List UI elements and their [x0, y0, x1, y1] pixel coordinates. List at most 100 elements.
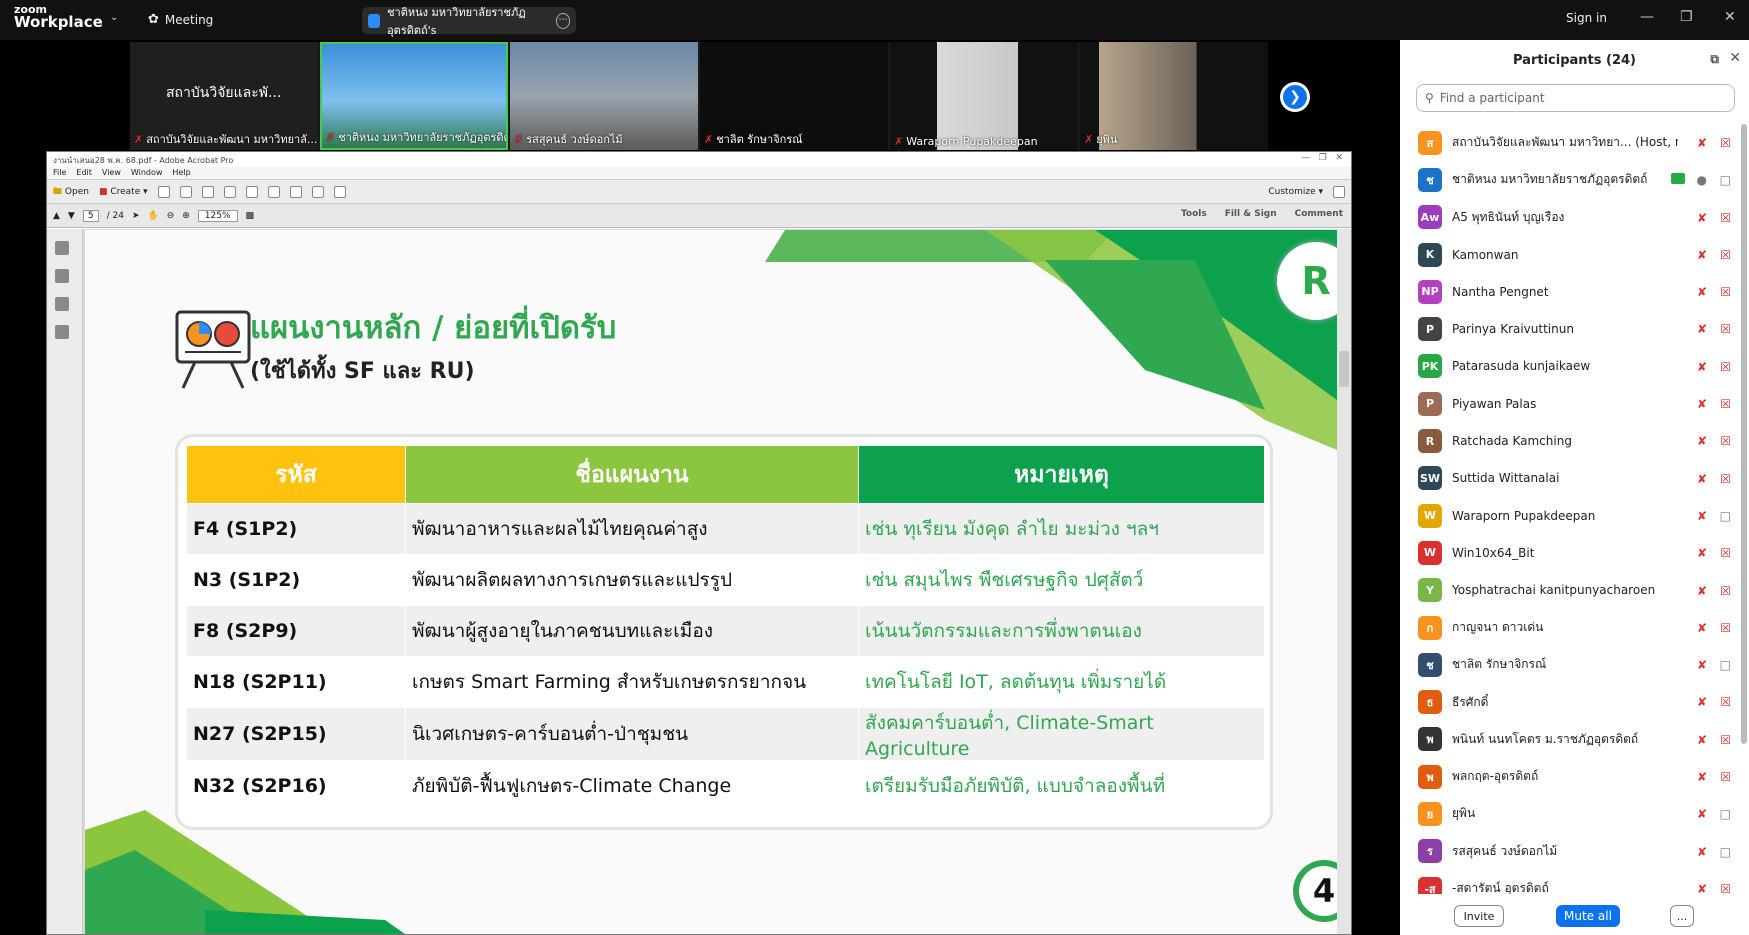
- video-off-icon[interactable]: ☒: [1720, 211, 1731, 225]
- mic-icon[interactable]: ●: [1697, 173, 1707, 187]
- video-tile[interactable]: ✗ รสสุคนธ์ วงษ์ดอกไม้: [510, 42, 698, 150]
- video-off-icon[interactable]: ☒: [1720, 695, 1731, 709]
- minimize-icon[interactable]: —: [1640, 9, 1654, 25]
- video-off-icon[interactable]: ☒: [1720, 621, 1731, 635]
- close-icon[interactable]: ✕: [1729, 50, 1741, 66]
- video-off-icon[interactable]: ☒: [1720, 770, 1731, 784]
- participant-row[interactable]: ย ยุพิน ✘ □: [1400, 795, 1749, 832]
- video-tile[interactable]: ✗ Waraporn Pupakdeepan: [890, 42, 1078, 150]
- participant-row[interactable]: พ พนินท์ นนทโคตร ม.ราชภัฏอุตรดิตถ์ ✘ ☒: [1400, 721, 1749, 758]
- select-tool-icon[interactable]: ➤: [132, 211, 140, 221]
- video-off-icon[interactable]: ☒: [1720, 136, 1731, 150]
- participant-row[interactable]: ธ ธีรศักดิ์ ✘ ☒: [1400, 683, 1749, 720]
- invite-button[interactable]: Invite: [1454, 905, 1504, 927]
- expand-icon[interactable]: [1333, 185, 1345, 198]
- menu-file[interactable]: File: [53, 168, 66, 178]
- menu-edit[interactable]: Edit: [76, 168, 92, 178]
- attachments-icon[interactable]: [55, 325, 69, 339]
- video-icon[interactable]: □: [1720, 807, 1731, 821]
- video-off-icon[interactable]: ☒: [1720, 322, 1731, 336]
- mic-muted-icon[interactable]: ✘: [1697, 770, 1707, 784]
- video-icon[interactable]: □: [1720, 509, 1731, 523]
- menu-help[interactable]: Help: [172, 168, 190, 178]
- zoom-out-icon[interactable]: ⊖: [167, 211, 175, 221]
- participant-row[interactable]: ร รสสุคนธ์ วงษ์ดอกไม้ ✘ □: [1400, 833, 1749, 870]
- video-icon[interactable]: □: [1720, 845, 1731, 859]
- mic-muted-icon[interactable]: ✘: [1697, 211, 1707, 225]
- video-off-icon[interactable]: ☒: [1720, 248, 1731, 262]
- participant-row[interactable]: ส สถาบันวิจัยและพัฒนา มหาวิทยา... (Host, …: [1400, 124, 1749, 161]
- participant-row[interactable]: K Kamonwan ✘ ☒: [1400, 236, 1749, 273]
- mic-muted-icon[interactable]: ✘: [1697, 584, 1707, 598]
- video-off-icon[interactable]: ☒: [1720, 472, 1731, 486]
- email-icon[interactable]: [245, 185, 258, 198]
- share-indicator[interactable]: ชาติหนง มหาวิทยาลัยราชภัฏอุตรดิตถ์'s ⋯: [362, 6, 576, 37]
- participant-row[interactable]: PK Patarasuda kunjaikaew ✘ ☒: [1400, 348, 1749, 385]
- mic-muted-icon[interactable]: ✘: [1697, 658, 1707, 672]
- mic-muted-icon[interactable]: ✘: [1697, 322, 1707, 336]
- more-options-icon[interactable]: ⋯: [555, 12, 570, 29]
- mic-muted-icon[interactable]: ✘: [1697, 621, 1707, 635]
- video-tile[interactable]: ✗ ยุพิน: [1080, 42, 1268, 150]
- page-number-input[interactable]: 5: [82, 209, 99, 222]
- mic-muted-icon[interactable]: ✘: [1697, 546, 1707, 560]
- chevron-down-icon[interactable]: ⌄: [110, 12, 118, 23]
- participant-row[interactable]: ช ชาติหนง มหาวิทยาลัยราชภัฏอุตรดิตถ์ ● □: [1400, 161, 1749, 198]
- tab-fill-sign[interactable]: Fill & Sign: [1225, 209, 1277, 219]
- mic-muted-icon[interactable]: ✘: [1697, 882, 1707, 894]
- tab-comment[interactable]: Comment: [1295, 209, 1343, 219]
- video-off-icon[interactable]: ☒: [1720, 360, 1731, 374]
- restore-icon[interactable]: ❐: [1680, 9, 1693, 25]
- tab-tools[interactable]: Tools: [1181, 209, 1207, 219]
- video-tile-active-speaker[interactable]: ✗ ชาติหนง มหาวิทยาลัยราชภัฏอุตรดิตถ์: [320, 42, 508, 150]
- page-thumbnails-icon[interactable]: [55, 241, 69, 255]
- mic-muted-icon[interactable]: ✘: [1697, 136, 1707, 150]
- video-off-icon[interactable]: ☒: [1720, 882, 1731, 894]
- video-off-icon[interactable]: ☒: [1720, 434, 1731, 448]
- participant-list-scrollbar[interactable]: [1741, 124, 1747, 744]
- page-up-icon[interactable]: ▲: [53, 211, 60, 221]
- close-icon[interactable]: ✕: [1724, 9, 1736, 25]
- video-icon[interactable]: □: [1720, 173, 1731, 187]
- window-controls-icon[interactable]: — ❐ ✕: [1301, 153, 1343, 163]
- edit-icon[interactable]: [223, 185, 236, 198]
- settings-icon[interactable]: [267, 185, 280, 198]
- participant-row[interactable]: SW Suttida Wittanalai ✘ ☒: [1400, 460, 1749, 497]
- mic-muted-icon[interactable]: ✘: [1697, 733, 1707, 747]
- stamp-icon[interactable]: [311, 185, 324, 198]
- comment-icon[interactable]: [289, 185, 302, 198]
- zoom-logo[interactable]: zoom Workplace: [14, 4, 103, 30]
- mute-all-button[interactable]: Mute all: [1556, 905, 1620, 927]
- participant-row[interactable]: NP Nantha Pengnet ✘ ☒: [1400, 273, 1749, 310]
- page-down-icon[interactable]: ▼: [68, 211, 75, 221]
- create-button[interactable]: ■ Create ▾: [99, 187, 148, 197]
- mic-muted-icon[interactable]: ✘: [1697, 509, 1707, 523]
- zoom-level-input[interactable]: 125%: [197, 209, 238, 222]
- open-button[interactable]: 🖿 Open: [53, 184, 89, 200]
- video-off-icon[interactable]: ☒: [1720, 733, 1731, 747]
- fit-page-icon[interactable]: ▩: [246, 211, 255, 221]
- mic-muted-icon[interactable]: ✘: [1697, 397, 1707, 411]
- document-scrollbar[interactable]: [1337, 229, 1351, 934]
- video-off-icon[interactable]: ☒: [1720, 584, 1731, 598]
- participant-row[interactable]: P Parinya Kraivuttinun ✘ ☒: [1400, 310, 1749, 347]
- hand-tool-icon[interactable]: ✋: [147, 211, 158, 221]
- bookmarks-icon[interactable]: [55, 269, 69, 283]
- cloud-icon[interactable]: [179, 185, 192, 198]
- participant-row[interactable]: พ พลกฤต-อุตรดิตถ์ ✘ ☒: [1400, 758, 1749, 795]
- video-icon[interactable]: □: [1720, 658, 1731, 672]
- save-icon[interactable]: [157, 185, 170, 198]
- participant-row[interactable]: ก กาญจนา ดาวเด่น ✘ ☒: [1400, 609, 1749, 646]
- search-field[interactable]: ⚲ Find a participant: [1416, 84, 1735, 112]
- mic-muted-icon[interactable]: ✘: [1697, 285, 1707, 299]
- sign-icon[interactable]: [333, 185, 346, 198]
- mic-muted-icon[interactable]: ✘: [1697, 807, 1707, 821]
- zoom-in-icon[interactable]: ⊕: [182, 211, 190, 221]
- participant-row[interactable]: P Piyawan Palas ✘ ☒: [1400, 385, 1749, 422]
- participant-row[interactable]: -ส -สดารัตน์ อุตรดิตถ์ ✘ ☒: [1400, 870, 1749, 894]
- customize-dropdown[interactable]: Customize ▾: [1268, 187, 1323, 197]
- participant-row[interactable]: Aw A5 พุทธินันท์ บุญเรือง ✘ ☒: [1400, 199, 1749, 236]
- video-off-icon[interactable]: ☒: [1720, 285, 1731, 299]
- mic-muted-icon[interactable]: ✘: [1697, 695, 1707, 709]
- mic-muted-icon[interactable]: ✘: [1697, 845, 1707, 859]
